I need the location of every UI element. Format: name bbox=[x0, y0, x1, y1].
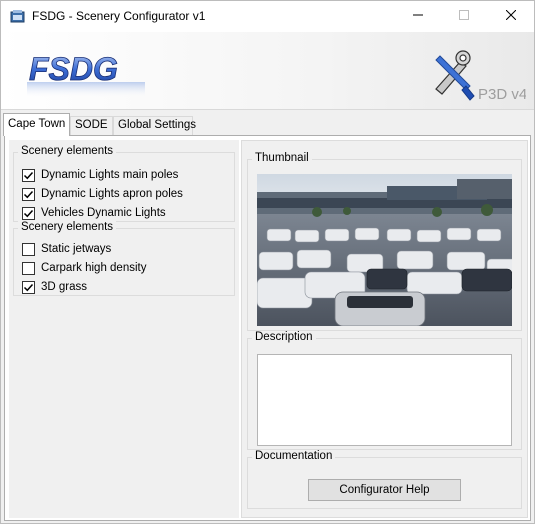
checkmark-icon bbox=[23, 171, 34, 179]
p3d-logo: P3D v4 bbox=[426, 44, 527, 104]
checkbox-label: Dynamic Lights main poles bbox=[41, 169, 179, 181]
group-title: Documentation bbox=[252, 450, 336, 462]
checkbox-box[interactable] bbox=[22, 242, 35, 256]
window-title: FSDG - Scenery Configurator v1 bbox=[32, 9, 206, 23]
scenery-options-panel: Scenery elements Dynamic Lights main pol… bbox=[9, 140, 239, 518]
checkbox-box[interactable] bbox=[22, 187, 35, 201]
fsdg-logo-text: FSDG bbox=[29, 52, 118, 87]
description-group: Description bbox=[247, 331, 522, 450]
checkbox-box[interactable] bbox=[22, 206, 35, 220]
group-title: Scenery elements bbox=[18, 145, 117, 157]
group-title: Description bbox=[252, 331, 316, 343]
checkmark-icon bbox=[23, 209, 34, 217]
fsdg-logo: FSDG bbox=[27, 51, 147, 102]
checkbox-static-jetways[interactable]: Static jetways bbox=[22, 241, 111, 257]
p3d-logo-text: P3D v4 bbox=[478, 86, 526, 103]
header-banner: FSDG P3D v4 bbox=[1, 32, 534, 110]
checkbox-carpark-high-density[interactable]: Carpark high density bbox=[22, 260, 146, 276]
info-panel: Thumbnail Description Documentation Conf… bbox=[241, 140, 528, 518]
checkbox-dynamic-lights-main-poles[interactable]: Dynamic Lights main poles bbox=[22, 167, 178, 183]
checkbox-label: Dynamic Lights apron poles bbox=[41, 188, 183, 200]
group-title: Thumbnail bbox=[252, 152, 312, 164]
tab-label: Global Settings bbox=[118, 119, 196, 131]
tab-sode[interactable]: SODE bbox=[70, 116, 113, 135]
checkbox-dynamic-lights-apron-poles[interactable]: Dynamic Lights apron poles bbox=[22, 186, 183, 202]
checkbox-label: Carpark high density bbox=[41, 262, 147, 274]
checkbox-label: Vehicles Dynamic Lights bbox=[41, 207, 166, 219]
tab-panel-cape-town: Scenery elements Dynamic Lights main pol… bbox=[4, 135, 531, 521]
checkbox-box[interactable] bbox=[22, 280, 35, 294]
checkmark-icon bbox=[23, 283, 34, 291]
thumbnail-group: Thumbnail bbox=[247, 152, 522, 331]
minimize-button[interactable] bbox=[395, 1, 441, 32]
checkbox-box[interactable] bbox=[22, 168, 35, 182]
close-button[interactable] bbox=[488, 1, 534, 32]
group-title: Scenery elements bbox=[18, 221, 117, 233]
scenery-elements-group-1: Scenery elements Dynamic Lights main pol… bbox=[13, 145, 235, 222]
app-window: FSDG - Scenery Configurator v1 FSDG P3D … bbox=[0, 0, 535, 524]
checkbox-box[interactable] bbox=[22, 261, 35, 275]
scenery-elements-group-2: Scenery elements Static jetways Carpark … bbox=[13, 221, 235, 296]
maximize-button[interactable] bbox=[441, 1, 487, 32]
documentation-group: Documentation Configurator Help bbox=[247, 450, 522, 509]
checkbox-label: 3D grass bbox=[41, 281, 88, 293]
maximize-icon bbox=[459, 10, 469, 23]
tab-cape-town[interactable]: Cape Town bbox=[3, 113, 70, 136]
checkbox-vehicles-dynamic-lights[interactable]: Vehicles Dynamic Lights bbox=[22, 205, 166, 221]
scenery-thumbnail-image bbox=[257, 174, 512, 326]
minimize-icon bbox=[413, 10, 423, 23]
title-bar: FSDG - Scenery Configurator v1 bbox=[1, 1, 534, 32]
tab-label: SODE bbox=[75, 119, 108, 131]
checkbox-3d-grass[interactable]: 3D grass bbox=[22, 279, 87, 295]
configurator-help-button[interactable]: Configurator Help bbox=[308, 479, 461, 501]
description-text-area[interactable] bbox=[257, 354, 512, 446]
app-icon bbox=[10, 9, 26, 23]
checkbox-label: Static jetways bbox=[41, 243, 112, 255]
tab-global-settings[interactable]: Global Settings bbox=[113, 116, 196, 135]
checkmark-icon bbox=[23, 190, 34, 198]
close-icon bbox=[505, 9, 517, 23]
tab-label: Cape Town bbox=[8, 118, 66, 130]
